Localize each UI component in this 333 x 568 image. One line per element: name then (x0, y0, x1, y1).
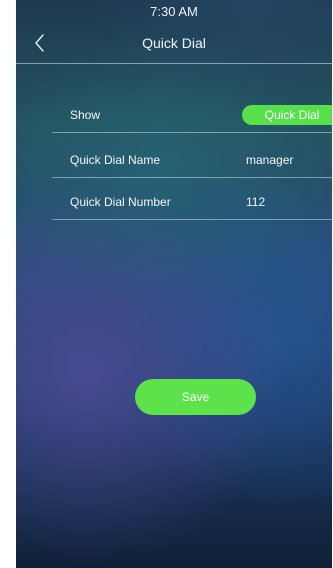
quick-dial-number-field[interactable]: 112 (246, 195, 265, 209)
row-divider (52, 219, 332, 220)
row-divider (52, 177, 332, 178)
quick-dial-number-label: Quick Dial Number (70, 195, 171, 209)
show-label: Show (70, 108, 101, 122)
show-mode-button[interactable]: Quick Dial (242, 105, 332, 125)
quick-dial-number-row: Quick Dial Number 112 (52, 184, 332, 220)
row-divider (52, 132, 332, 133)
header-divider (16, 63, 332, 64)
page-title: Quick Dial (142, 35, 206, 51)
device-screen: 7:30 AM Quick Dial Show Quick Dial Quick… (16, 0, 332, 568)
quick-dial-name-field[interactable]: manager (246, 153, 293, 167)
status-bar-time: 7:30 AM (150, 4, 198, 19)
quick-dial-name-row: Quick Dial Name manager (52, 142, 332, 178)
quick-dial-name-label: Quick Dial Name (70, 153, 161, 167)
save-button[interactable]: Save (135, 379, 256, 415)
show-row: Show Quick Dial (52, 97, 332, 133)
